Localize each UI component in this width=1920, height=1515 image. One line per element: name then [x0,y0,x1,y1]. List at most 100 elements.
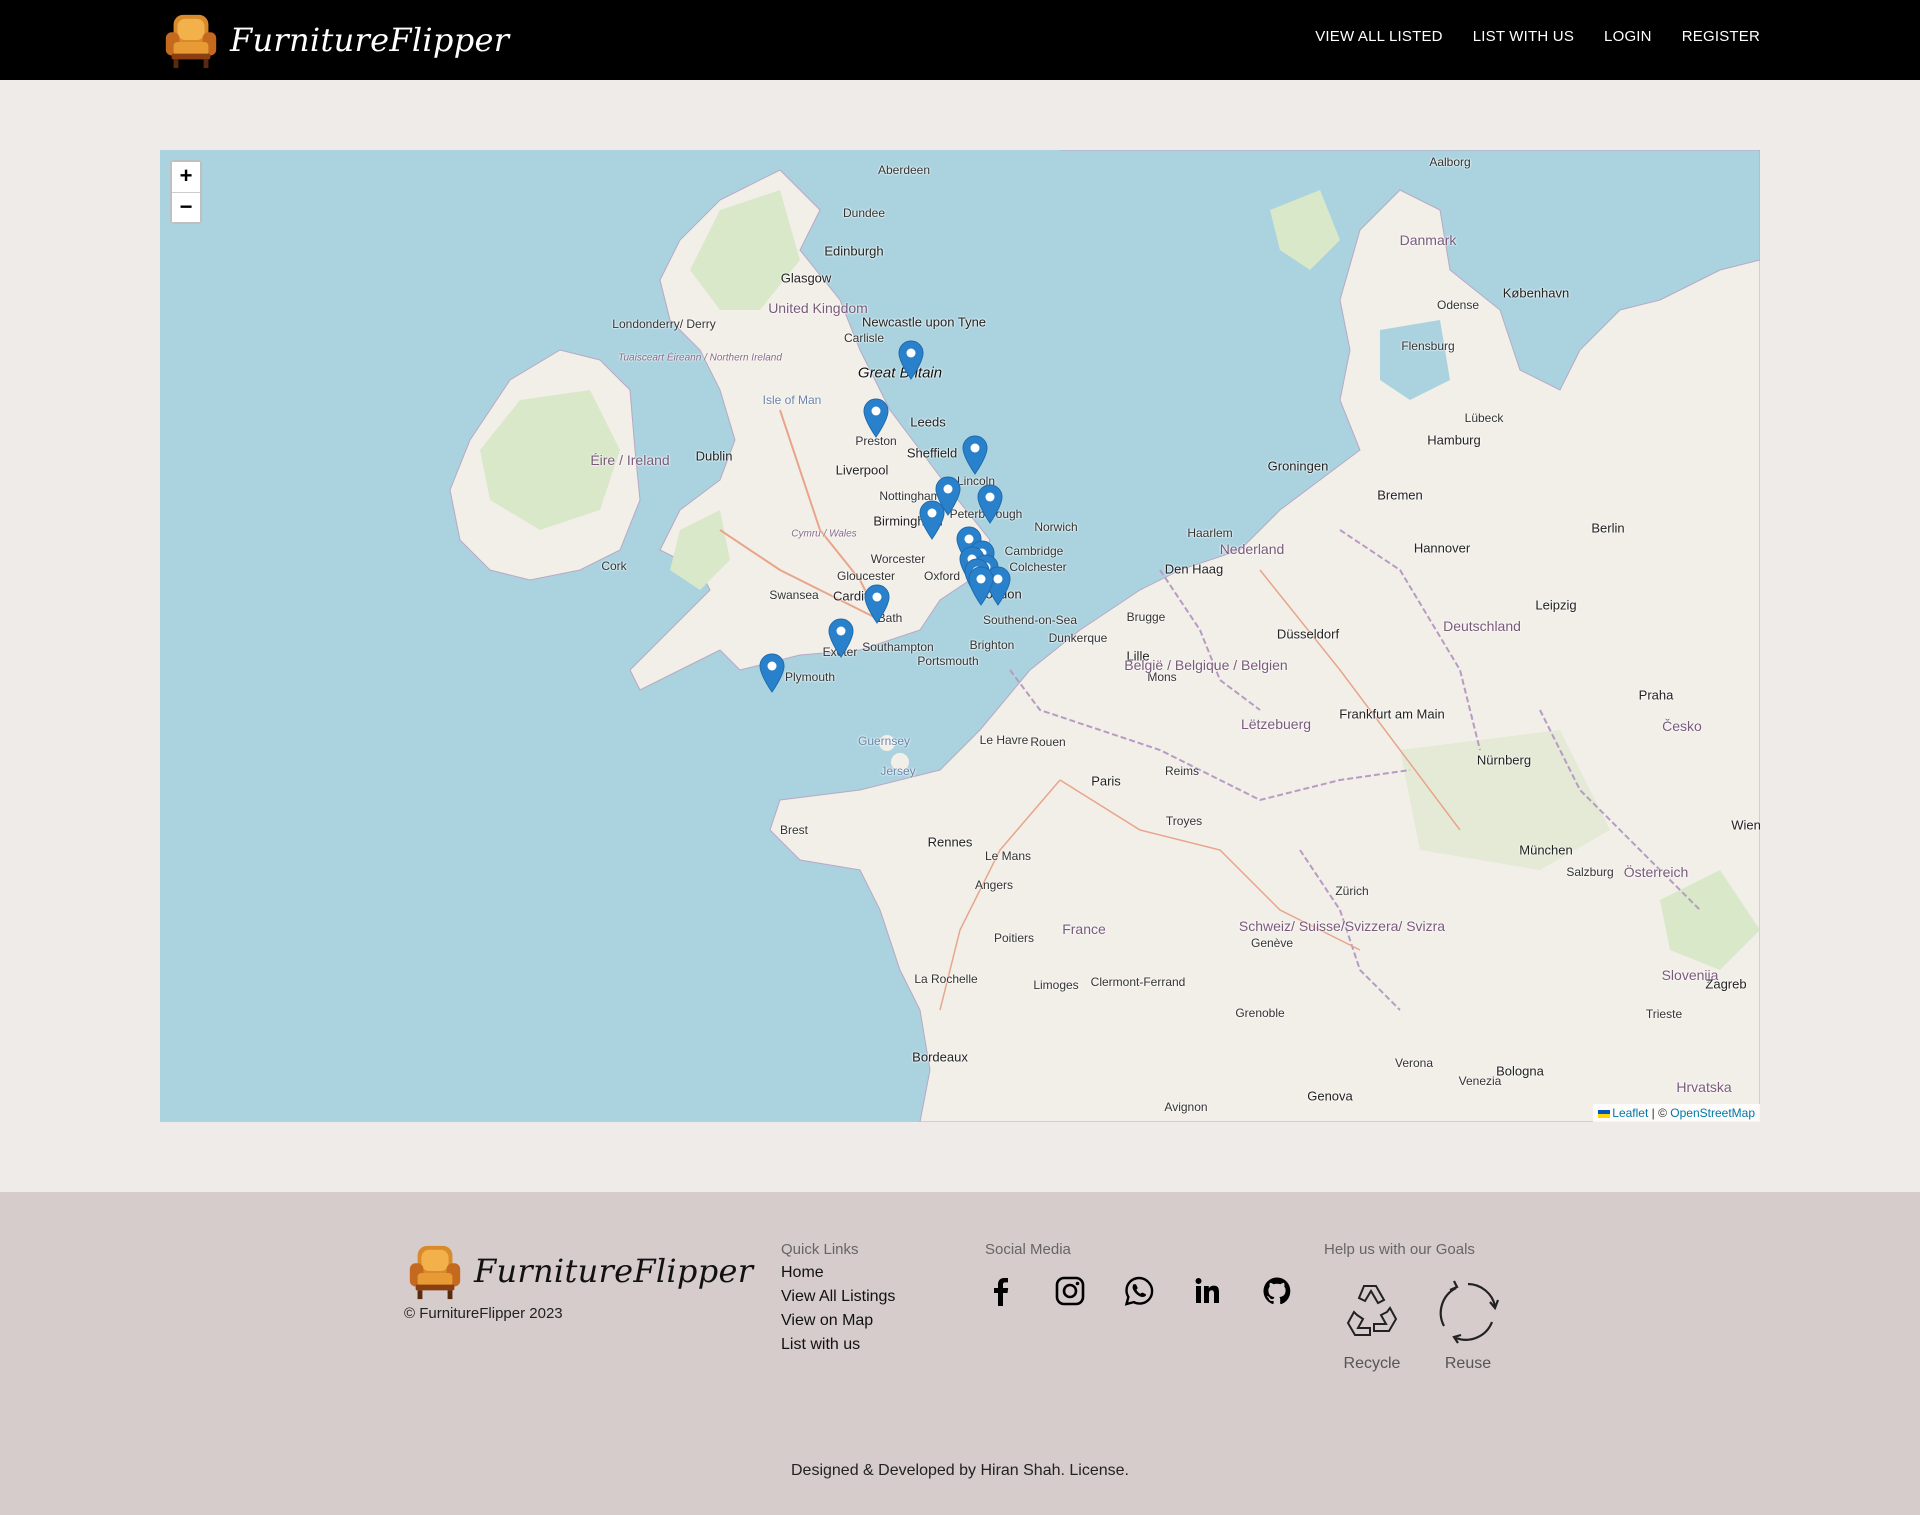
footer-link-view-on-map[interactable]: View on Map [781,1312,895,1330]
map-label: Isle of Man [762,393,822,407]
map-label: Verona [1394,1056,1434,1070]
map-label: Lübeck [1464,411,1504,425]
map-label: Worcester [870,552,926,566]
footer-brand[interactable]: FurnitureFlipper [404,1240,753,1302]
social-icons [985,1275,1293,1307]
recycle-icon [1346,1285,1398,1336]
nav-view-all-listed[interactable]: VIEW ALL LISTED [1315,28,1443,45]
brand-home-link[interactable]: FurnitureFlipper [160,10,509,70]
zoom-out-button[interactable]: − [172,192,200,222]
footer-link-home[interactable]: Home [781,1264,895,1282]
map-label: Salzburg [1566,865,1614,879]
map-label: Aberdeen [877,163,931,177]
armchair-logo-icon [165,14,217,69]
github-icon[interactable] [1261,1275,1293,1307]
map-label: Genova [1307,1088,1353,1104]
map-label: United Kingdom [768,300,868,316]
map-label: Southend-on-Sea [982,613,1078,627]
map-label: Clermont-Ferrand [1090,975,1186,989]
listing-marker[interactable] [864,584,890,624]
map-label: België / Belgique / Belgien [1124,657,1288,673]
map-label: Tuaisceart Éireann / Northern Ireland [618,352,782,364]
map-label: Oxford [923,569,961,583]
instagram-icon[interactable] [1054,1275,1086,1307]
map-label: Le Mans [984,849,1032,863]
map-label: Gloucester [836,569,896,583]
leaflet-link[interactable]: Leaflet [1612,1106,1648,1120]
zoom-in-button[interactable]: + [172,162,200,192]
reuse-icon [1439,1280,1500,1344]
map-label: Paris [1091,773,1121,789]
listing-marker[interactable] [828,618,854,658]
map-label: Rouen [1030,735,1066,749]
osm-link[interactable]: OpenStreetMap [1670,1106,1755,1120]
brand-name: FurnitureFlipper [230,21,510,59]
facebook-icon[interactable] [985,1275,1017,1307]
nav-register[interactable]: REGISTER [1682,28,1760,45]
goal-recycle-label: Recycle [1343,1355,1401,1372]
map-label: Sheffield [906,445,958,461]
map-label: Trieste [1645,1007,1683,1021]
listing-marker[interactable] [759,653,785,693]
navbar: FurnitureFlipper VIEW ALL LISTED LIST WI… [0,0,1920,80]
map-label: Edinburgh [824,243,884,259]
map-label: Hannover [1413,540,1471,556]
ukraine-flag-icon [1598,1109,1611,1118]
nav-list-with-us[interactable]: LIST WITH US [1473,28,1574,45]
map-attribution: Leaflet | © OpenStreetMap [1593,1104,1760,1122]
goal-reuse-label: Reuse [1444,1355,1492,1372]
credit-text: Designed & Developed by Hiran Shah. Lice… [791,1462,1129,1479]
map-label: Hrvatska [1676,1079,1732,1095]
map-label: Leeds [910,414,946,430]
footer-link-list-with-us[interactable]: List with us [781,1336,895,1354]
map-label: Cymru / Wales [791,528,857,540]
map-label: Groningen [1267,458,1329,474]
map-label: Bordeaux [912,1049,968,1065]
map-label: Guernsey [857,734,911,748]
map-label: København [1502,285,1570,301]
map-label: Aalborg [1429,155,1471,169]
goal-recycle: Recycle [1334,1278,1410,1373]
map-label: Reims [1164,764,1200,778]
whatsapp-icon[interactable] [1123,1275,1155,1307]
map-label: Dundee [842,206,886,220]
copyright-text: © FurnitureFlipper 2023 [404,1305,563,1322]
map-label: Berlin [1591,520,1625,536]
map-label: Glasgow [780,270,832,286]
map-label: Limoges [1033,978,1079,992]
footer-link-view-all-listings[interactable]: View All Listings [781,1288,895,1306]
listing-marker[interactable] [977,484,1003,524]
map-label: Colchester [1009,560,1067,574]
map-label: Wien [1731,817,1760,833]
quick-links-title: Quick Links [781,1241,859,1258]
map-label: Nürnberg [1476,752,1532,768]
listing-marker[interactable] [898,340,924,380]
listing-marker[interactable] [968,566,994,606]
map-label: Danmark [1399,232,1457,248]
listing-marker[interactable] [919,500,945,540]
map-label: Österreich [1623,864,1689,880]
map-label: Swansea [769,588,819,602]
map-label: Den Haag [1164,561,1224,577]
map-label: Newcastle upon Tyne [861,314,987,330]
map-label: Schweiz/ Suisse/Svizzera/ Svizra [1238,918,1446,934]
map-label: Troyes [1165,814,1203,828]
map-label: Dublin [695,448,733,464]
map-label: Jersey [880,764,916,778]
map-label: Nederland [1219,541,1285,557]
map-label: Düsseldorf [1276,626,1340,642]
map-label: Avignon [1164,1100,1208,1114]
map-label: La Rochelle [914,972,978,986]
map-label: Poitiers [993,931,1035,945]
footer-brand-name: FurnitureFlipper [474,1252,754,1290]
listing-marker[interactable] [962,435,988,475]
map-label: Londonderry/ Derry [612,317,716,331]
nav-login[interactable]: LOGIN [1604,28,1652,45]
map-label: Genève [1250,936,1294,950]
listing-marker[interactable] [863,398,889,438]
listings-map[interactable]: Aberdeen Dundee Edinburgh Glasgow United… [160,150,1760,1122]
map-label: Cambridge [1004,544,1064,558]
map-label: München [1519,842,1573,858]
linkedin-icon[interactable] [1192,1275,1224,1307]
map-label: Zagreb [1705,976,1747,992]
